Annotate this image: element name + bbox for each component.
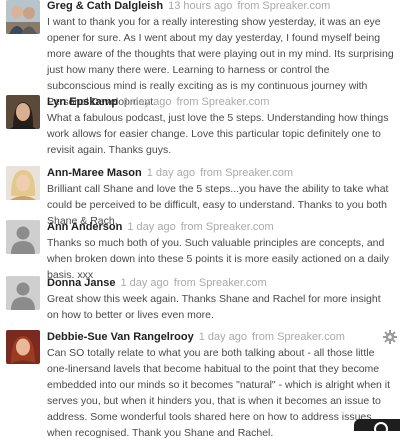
comment-author[interactable]: Greg & Cath Dalgleish bbox=[47, 0, 163, 12]
smiling-woman-photo-icon bbox=[6, 330, 40, 364]
comment-source[interactable]: from Spreaker.com bbox=[200, 167, 293, 179]
woman-photo-icon bbox=[6, 95, 40, 129]
comment-text: What a fabulous podcast, just love the 5… bbox=[47, 112, 389, 156]
comment-time[interactable]: 1 day ago bbox=[120, 277, 168, 289]
avatar[interactable] bbox=[6, 276, 40, 310]
avatar[interactable] bbox=[6, 220, 40, 254]
couple-photo-icon bbox=[6, 0, 40, 34]
comment-source[interactable]: from Spreaker.com bbox=[252, 331, 345, 343]
comment-author[interactable]: Lyn Epskamp bbox=[47, 96, 118, 108]
comment-author[interactable]: Ann-Maree Mason bbox=[47, 167, 142, 179]
comment-source[interactable]: from Spreaker.com bbox=[237, 0, 330, 12]
comment-source[interactable]: from Spreaker.com bbox=[176, 96, 269, 108]
comment-time[interactable]: 1 day ago bbox=[127, 221, 175, 233]
comment-time[interactable]: 13 hours ago bbox=[168, 0, 232, 12]
comment-author[interactable]: Donna Janse bbox=[47, 277, 115, 289]
avatar[interactable] bbox=[6, 166, 40, 200]
comment-text: Great show this week again. Thanks Shane… bbox=[47, 293, 381, 321]
gear-icon[interactable] bbox=[383, 330, 397, 344]
comment-source[interactable]: from Spreaker.com bbox=[174, 277, 267, 289]
comment-time[interactable]: 1 day ago bbox=[147, 167, 195, 179]
default-user-icon bbox=[6, 276, 40, 310]
blonde-woman-photo-icon bbox=[6, 166, 40, 200]
default-user-icon bbox=[6, 220, 40, 254]
comment-time[interactable]: 1 day ago bbox=[199, 331, 247, 343]
avatar[interactable] bbox=[6, 95, 40, 129]
comment-source[interactable]: from Spreaker.com bbox=[181, 221, 274, 233]
comment-author[interactable]: Debbie-Sue Van Rangelrooy bbox=[47, 331, 194, 343]
comment-time[interactable]: 1 day ago bbox=[123, 96, 171, 108]
comment-text: Can SO totally relate to what you are bo… bbox=[47, 347, 391, 439]
comment-author[interactable]: Ann Anderson bbox=[47, 221, 122, 233]
avatar[interactable] bbox=[6, 330, 40, 364]
avatar[interactable] bbox=[6, 0, 40, 34]
corner-widget[interactable] bbox=[354, 419, 400, 436]
